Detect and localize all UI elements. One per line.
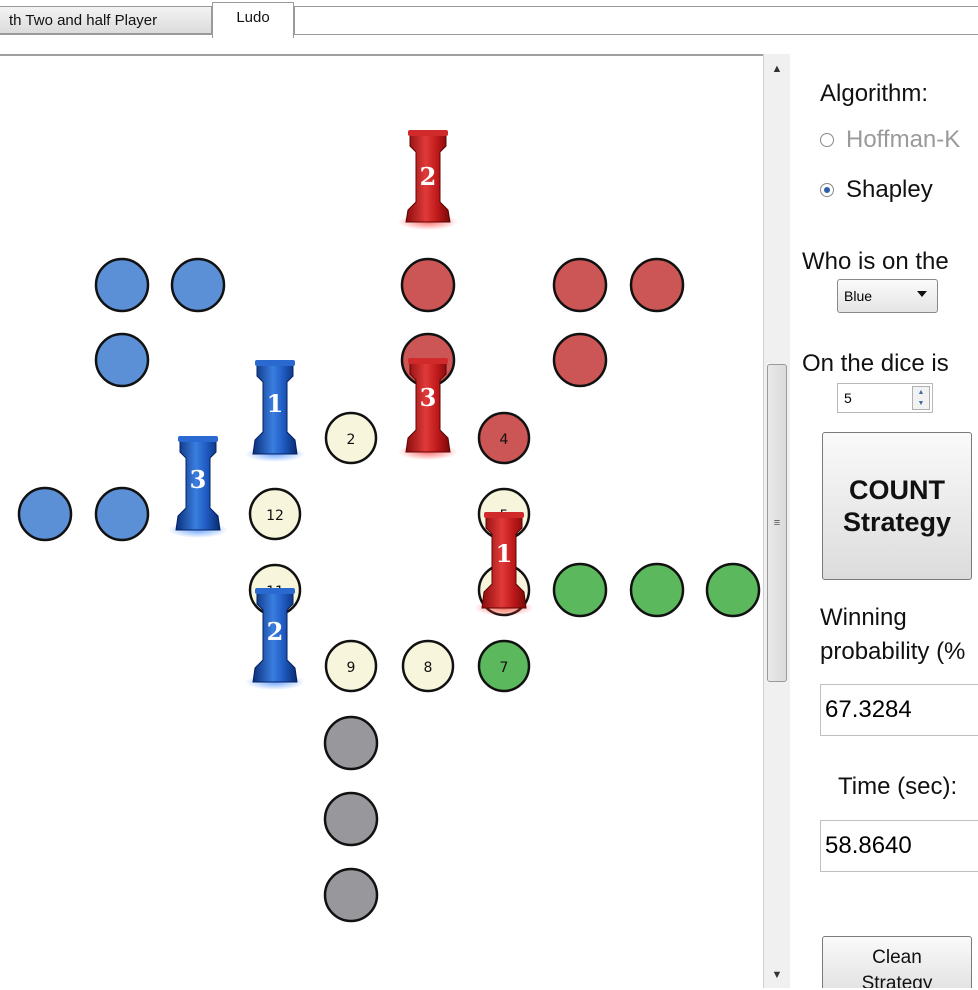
count-button-line1: COUNT	[849, 475, 945, 505]
piece-label: 3	[190, 465, 207, 494]
track-cell-label: 7	[500, 660, 509, 676]
count-strategy-button[interactable]: COUNT Strategy	[822, 432, 972, 580]
track-cell: 4	[477, 411, 531, 465]
winning-probability-field[interactable]: 67.3284	[820, 684, 978, 736]
gray-home-cell	[323, 791, 379, 847]
board-scrollbar[interactable]: ▲ ≡ ▼	[763, 54, 790, 988]
track-cell: 12	[248, 487, 302, 541]
track-cell-label: 4	[500, 432, 509, 448]
radio-shapley-label: Shapley	[846, 176, 933, 203]
blue-home-cell	[94, 332, 150, 388]
track-cell: 7	[477, 639, 531, 693]
piece-label: 1	[496, 539, 513, 568]
gray-home-cell	[323, 715, 379, 771]
dice-stepper[interactable]: 5 ▲ ▼	[837, 383, 933, 413]
winning-label-line2: probability (%	[820, 638, 966, 665]
algorithm-label: Algorithm:	[820, 80, 929, 107]
stepper-up-icon[interactable]: ▲	[913, 387, 929, 398]
red-home-cell	[400, 257, 456, 313]
gray-home-cell	[323, 867, 379, 923]
track-cell: 9	[324, 639, 378, 693]
scroll-up-icon[interactable]: ▲	[764, 58, 790, 80]
winning-label-line1: Winning	[820, 604, 907, 631]
grip-icon: ≡	[773, 517, 781, 529]
blue-home-cell	[94, 257, 150, 313]
green-home-cell	[629, 562, 685, 618]
red-home-cell	[552, 332, 608, 388]
radio-shapley[interactable]: Shapley	[820, 176, 933, 204]
scroll-thumb[interactable]: ≡	[767, 364, 787, 682]
radio-hoffman[interactable]: Hoffman-K	[820, 126, 960, 154]
scroll-down-icon[interactable]: ▼	[764, 964, 790, 986]
chevron-down-icon	[917, 291, 927, 297]
clean-strategy-button[interactable]: Clean Strategy	[822, 936, 972, 988]
dice-label: On the dice is	[802, 350, 949, 377]
blue-piece: 3	[168, 436, 228, 538]
green-home-cell	[705, 562, 761, 618]
green-home-cell	[552, 562, 608, 618]
piece-label: 3	[420, 383, 437, 412]
time-label: Time (sec):	[838, 773, 958, 800]
radio-circle-icon	[820, 133, 834, 147]
track-cell: 2	[324, 411, 378, 465]
track-cell-label: 9	[347, 660, 356, 676]
ludo-board: 2 4 12 5 11 9 8 7	[0, 54, 763, 988]
piece-label: 1	[267, 389, 284, 418]
blue-home-cell	[94, 486, 150, 542]
clean-button-line1: Clean	[872, 947, 922, 968]
clean-button-line2: Strategy	[861, 973, 933, 988]
stepper-down-icon[interactable]: ▼	[913, 398, 929, 409]
stepper-buttons[interactable]: ▲ ▼	[912, 386, 930, 410]
red-piece: 2	[398, 130, 458, 230]
player-select[interactable]: Blue	[837, 279, 938, 313]
track-cell-label: 2	[347, 432, 356, 448]
who-label: Who is on the	[802, 248, 949, 275]
blue-piece: 1	[245, 360, 305, 462]
track-cell-label: 12	[266, 508, 284, 524]
board-canvas: 2 4 12 5 11 9 8 7	[17, 130, 761, 923]
player-select-value: Blue	[844, 288, 873, 304]
piece-label: 2	[420, 162, 437, 191]
control-panel: Algorithm: Hoffman-K Shapley Who is on t…	[790, 40, 978, 988]
piece-label: 2	[267, 617, 284, 646]
blue-home-cell	[17, 486, 73, 542]
radio-selected-icon	[820, 183, 834, 197]
time-field[interactable]: 58.8640	[820, 820, 978, 872]
radio-hoffman-label: Hoffman-K	[846, 126, 961, 153]
track-cell: 8	[401, 639, 455, 693]
track-cell-label: 8	[424, 660, 433, 676]
dice-value: 5	[844, 390, 852, 406]
red-home-cell	[629, 257, 685, 313]
blue-home-cell	[170, 257, 226, 313]
count-button-line2: Strategy	[842, 507, 952, 537]
red-home-cell	[552, 257, 608, 313]
